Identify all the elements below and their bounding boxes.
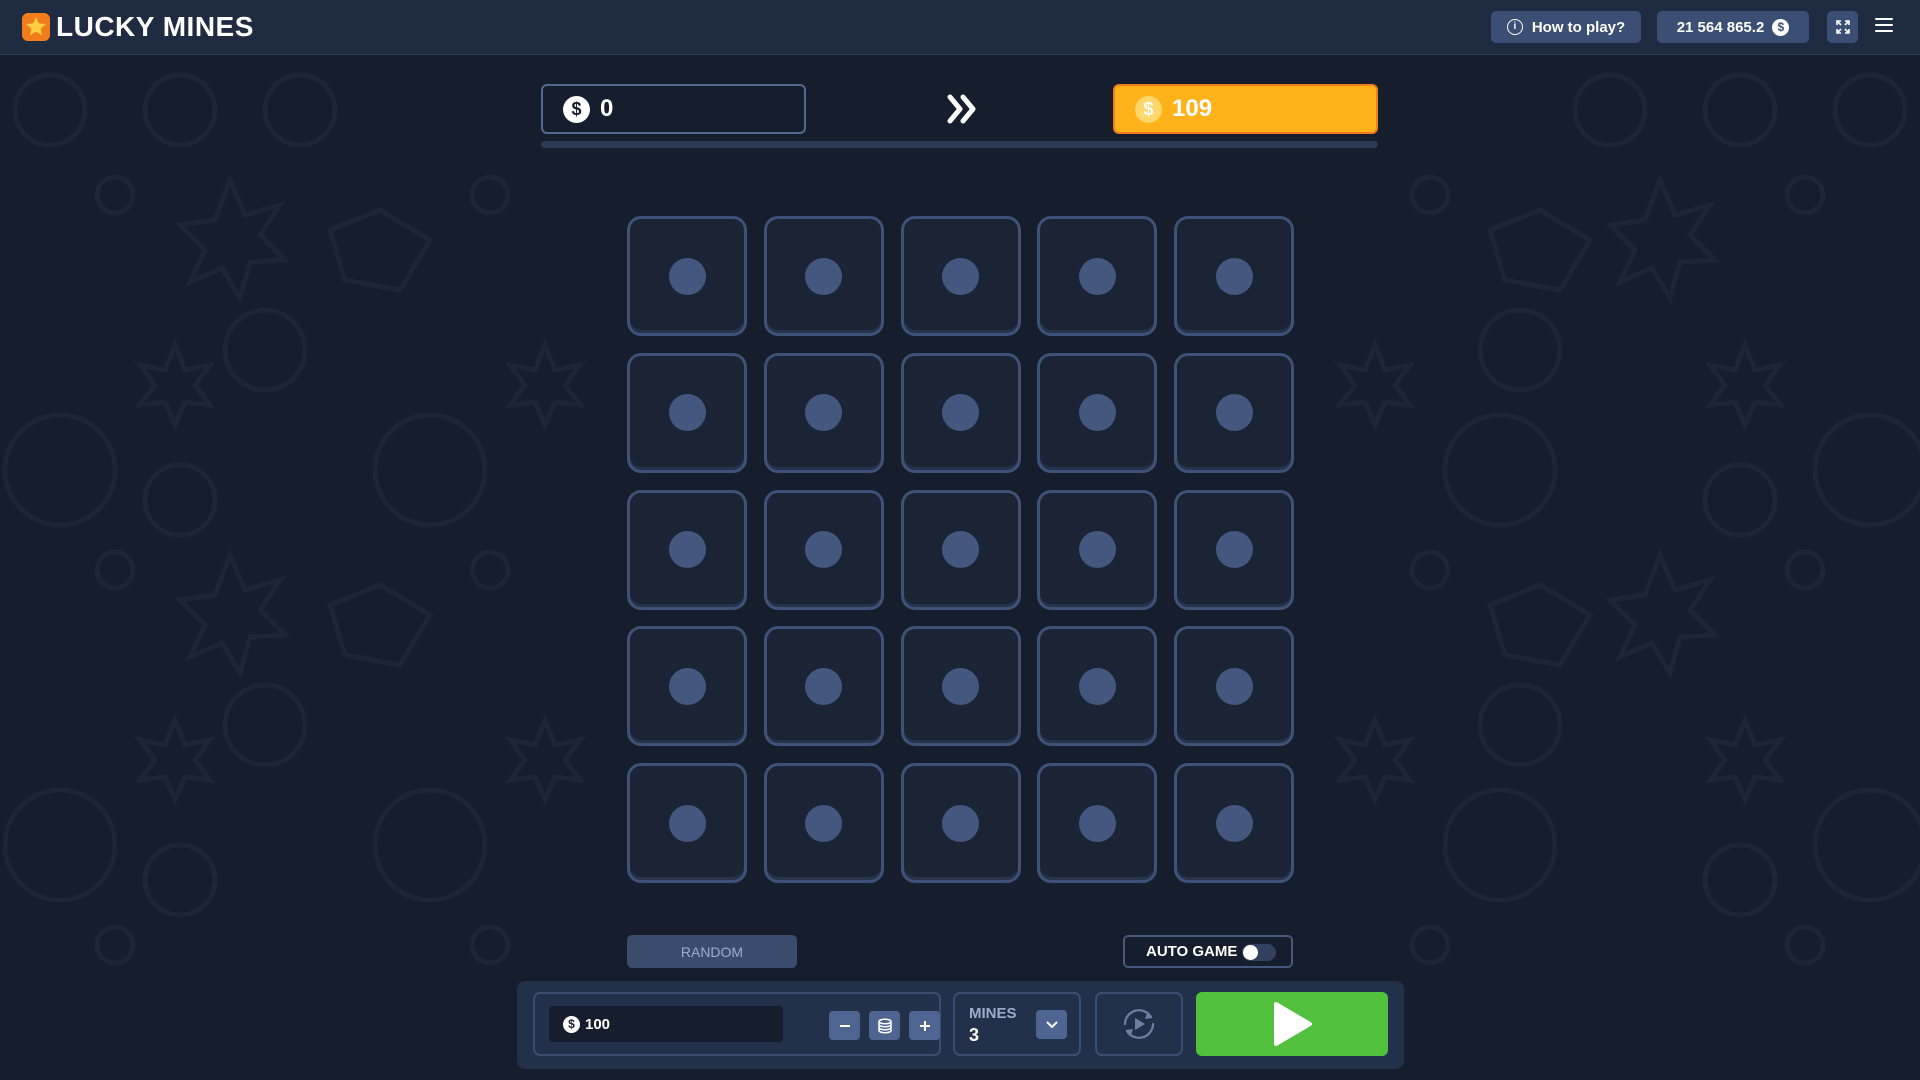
next-multiplier-value: 109 [1172,95,1213,122]
tile-dot-icon [1078,257,1116,295]
mine-tile[interactable] [1037,216,1158,336]
mine-tile[interactable] [627,489,747,610]
mine-tile[interactable] [900,216,1021,336]
mine-tile[interactable] [763,763,884,883]
mine-tile[interactable] [763,352,884,473]
fullscreen-icon [1835,20,1850,34]
dollar-coin-icon: $ [563,95,590,123]
increase-bet-button[interactable] [909,1011,940,1040]
play-button[interactable] [1196,992,1388,1056]
top-bar: LUCKY MINES i How to play? 21 564 865.2 … [0,0,1920,55]
mine-tile[interactable] [627,352,747,473]
info-icon: i [1506,19,1523,35]
tile-dot-icon [668,257,706,295]
dollar-coin-icon: $ [1772,18,1790,36]
tile-dot-icon [1078,394,1116,432]
mine-tile[interactable] [763,626,884,747]
fullscreen-button[interactable] [1827,11,1858,43]
progress-bar [541,141,1378,148]
mine-tile[interactable] [1037,626,1158,747]
current-multiplier: $ 0 [541,84,806,134]
tile-dot-icon [1078,804,1116,842]
tile-dot-icon [942,394,979,432]
decrease-bet-button[interactable] [829,1011,860,1040]
tile-dot-icon [805,394,843,432]
tile-dot-icon [805,531,843,568]
dollar-coin-icon: $ [563,1016,580,1033]
toggle-switch[interactable] [1242,944,1276,961]
tile-dot-icon [942,804,979,842]
mine-tile[interactable] [1174,626,1294,747]
mine-tile[interactable] [627,216,747,336]
mine-tile[interactable] [627,763,747,883]
tile-dot-icon [1215,804,1253,842]
mine-tile[interactable] [1174,763,1294,883]
mine-tile[interactable] [627,626,747,747]
bet-presets-button[interactable] [869,1011,900,1040]
auto-play-icon [1123,1009,1155,1039]
tile-dot-icon [805,804,843,842]
mine-tile[interactable] [1174,489,1294,610]
current-multiplier-value: 0 [600,95,614,122]
mine-tile[interactable] [763,489,884,610]
mines-label: MINES [969,1005,1017,1022]
mine-tile[interactable] [900,763,1021,883]
tile-dot-icon [942,667,979,705]
tile-dot-icon [668,804,706,842]
game-title: LUCKY MINES [56,11,254,42]
next-multiplier: $ 109 [1113,84,1378,134]
how-to-play-button[interactable]: i How to play? [1491,11,1641,43]
chevron-down-icon [1045,1020,1058,1028]
mines-grid [627,216,1294,883]
auto-game-label: AUTO GAME [1146,943,1238,960]
random-button[interactable]: RANDOM [627,935,797,968]
mine-tile[interactable] [1037,352,1158,473]
bottom-control-bar: $ MINES 3 [517,981,1404,1069]
mines-dropdown-button[interactable] [1036,1010,1067,1039]
auto-game-toggle[interactable]: AUTO GAME [1123,935,1293,968]
tile-dot-icon [1215,394,1253,432]
mines-value: 3 [969,1025,980,1045]
mine-tile[interactable] [900,489,1021,610]
star-logo-icon [22,13,50,41]
mine-tile[interactable] [1037,763,1158,883]
game-logo: LUCKY MINES [22,11,254,42]
tile-dot-icon [1215,667,1253,705]
tile-dot-icon [1078,667,1116,705]
mine-tile[interactable] [900,352,1021,473]
tile-dot-icon [942,257,979,295]
mine-tile[interactable] [1037,489,1158,610]
coin-stack-icon [877,1017,892,1034]
mine-tile[interactable] [900,626,1021,747]
dollar-coin-icon: $ [1135,95,1162,123]
mine-tile[interactable] [1174,216,1294,336]
mine-tile[interactable] [763,216,884,336]
tile-dot-icon [668,667,706,705]
menu-icon[interactable] [1875,18,1893,34]
tile-dot-icon [1215,257,1253,295]
tile-dot-icon [805,257,843,295]
tile-dot-icon [668,531,706,568]
play-icon [1274,1002,1312,1046]
toggle-knob [1243,945,1258,960]
mine-tile[interactable] [1174,352,1294,473]
tile-dot-icon [1078,531,1116,568]
minus-icon [839,1024,850,1027]
how-to-play-label: How to play? [1531,18,1626,36]
tile-dot-icon [1215,531,1253,568]
mines-count-select[interactable]: MINES 3 [953,992,1081,1056]
tile-dot-icon [805,667,843,705]
bet-amount-input[interactable] [549,1006,783,1042]
tile-dot-icon [668,394,706,432]
balance-value: 21 564 865.2 [1676,18,1765,36]
auto-play-button[interactable] [1095,992,1183,1056]
double-chevron-right-icon [947,94,976,124]
tile-dot-icon [942,531,979,568]
balance-display: 21 564 865.2 $ [1657,11,1809,43]
bet-panel: $ [533,992,941,1056]
plus-icon [919,1020,930,1031]
